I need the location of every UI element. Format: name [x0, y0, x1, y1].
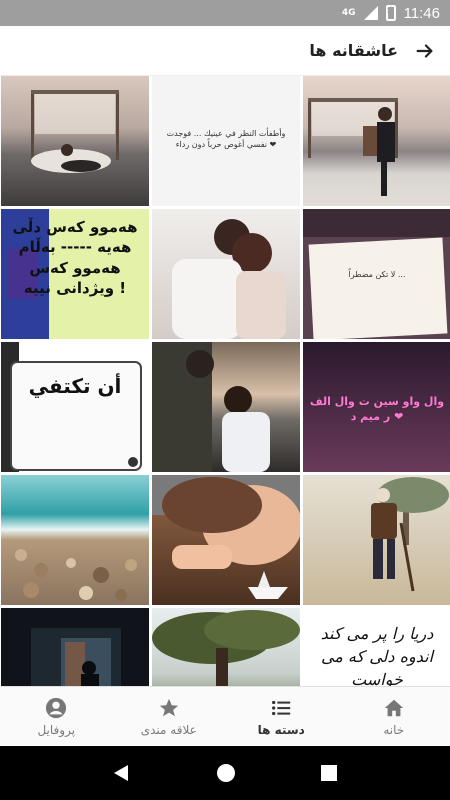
nav-profile[interactable]: پروفایل: [0, 687, 113, 746]
tile-caption: هەموو کەس دڵی هەیە ----- بەڵام هەموو کەس…: [12, 218, 138, 297]
tree-landscape-tile[interactable]: [152, 608, 300, 686]
tile-caption: دریا را پر می کند اندوه دلی که می خواست: [320, 624, 434, 686]
arabic-note-tile[interactable]: وأطفأت النظر في عينيك ... فوجدت نفسي أغو…: [152, 76, 300, 206]
couple-forehead-image: [152, 342, 270, 472]
tile-caption: أن تكتفي: [28, 374, 122, 398]
battery-icon: [385, 5, 396, 21]
kurdish-text-tile[interactable]: هەموو کەس دڵی هەیە ----- بەڵام هەموو کەس…: [1, 209, 149, 339]
list-icon: [272, 700, 291, 715]
home-circle-icon[interactable]: [216, 763, 236, 783]
tile-caption: وأطفأت النظر في عينيك ... فوجدت نفسي أغو…: [166, 129, 286, 150]
child-boat-image: [152, 475, 300, 599]
nav-profile-label: پروفایل: [37, 722, 76, 737]
sign-tile[interactable]: أن تكتفي: [1, 342, 149, 472]
system-nav-bar: [0, 746, 450, 800]
nav-categories-label: دسته ها: [257, 722, 305, 737]
nav-home-label: خانه: [383, 722, 405, 737]
back-triangle-icon[interactable]: [112, 763, 132, 783]
beach-hug-tile[interactable]: [303, 76, 450, 206]
app-bar: عاشقانه ها: [0, 26, 450, 76]
status-bar: 4G 11:46: [0, 0, 450, 26]
bottom-navigation: پروفایل علاقه مندی دسته ها خانه: [0, 686, 450, 746]
neon-text-tile[interactable]: وال واو سين ت وال الف ر ميم د ❤: [303, 342, 450, 472]
beach-couple-image: [31, 90, 119, 173]
couple-forehead-tile[interactable]: [152, 342, 300, 472]
profile-icon: [46, 697, 67, 718]
tree-image: [152, 610, 300, 686]
signal-icon: [363, 6, 378, 20]
pebbles-image: [15, 549, 137, 601]
clock: 11:46: [403, 4, 440, 22]
beach-hug-image: [308, 98, 398, 196]
back-button[interactable]: [412, 38, 438, 64]
tile-caption: وال واو سين ت وال الف ر ميم د ❤: [309, 395, 445, 424]
persian-poem-tile[interactable]: دریا را پر می کند اندوه دلی که می خواست: [303, 608, 450, 686]
window-silhouette-image: [31, 628, 121, 686]
beach-couple-tile[interactable]: [1, 76, 149, 206]
pebble-beach-tile[interactable]: [1, 475, 149, 605]
image-grid: وأطفأت النظر في عينيك ... فوجدت نفسي أغو…: [0, 76, 450, 686]
nav-favorites-label: علاقه مندی: [140, 722, 197, 737]
tile-caption: لا تكن مضطراً ...: [348, 270, 406, 279]
network-type: 4G: [341, 8, 356, 18]
nav-home[interactable]: خانه: [338, 687, 450, 746]
arrow-right-icon: [416, 43, 433, 58]
star-icon: [159, 698, 178, 716]
couple-kiss-image: [172, 219, 286, 339]
old-man-tile[interactable]: [303, 475, 450, 605]
window-silhouette-tile[interactable]: [1, 608, 149, 686]
couple-kiss-tile[interactable]: [152, 209, 300, 339]
home-icon: [384, 699, 403, 716]
nav-favorites[interactable]: علاقه مندی: [113, 687, 226, 746]
nav-categories[interactable]: دسته ها: [225, 687, 338, 746]
book-page-tile[interactable]: لا تكن مضطراً ...: [303, 209, 450, 339]
hand-sign-image: [1, 342, 142, 472]
old-man-image: [371, 477, 449, 592]
recents-square-icon[interactable]: [320, 764, 338, 782]
child-paper-boat-tile[interactable]: [152, 475, 300, 605]
page-title: عاشقانه ها: [309, 41, 398, 60]
